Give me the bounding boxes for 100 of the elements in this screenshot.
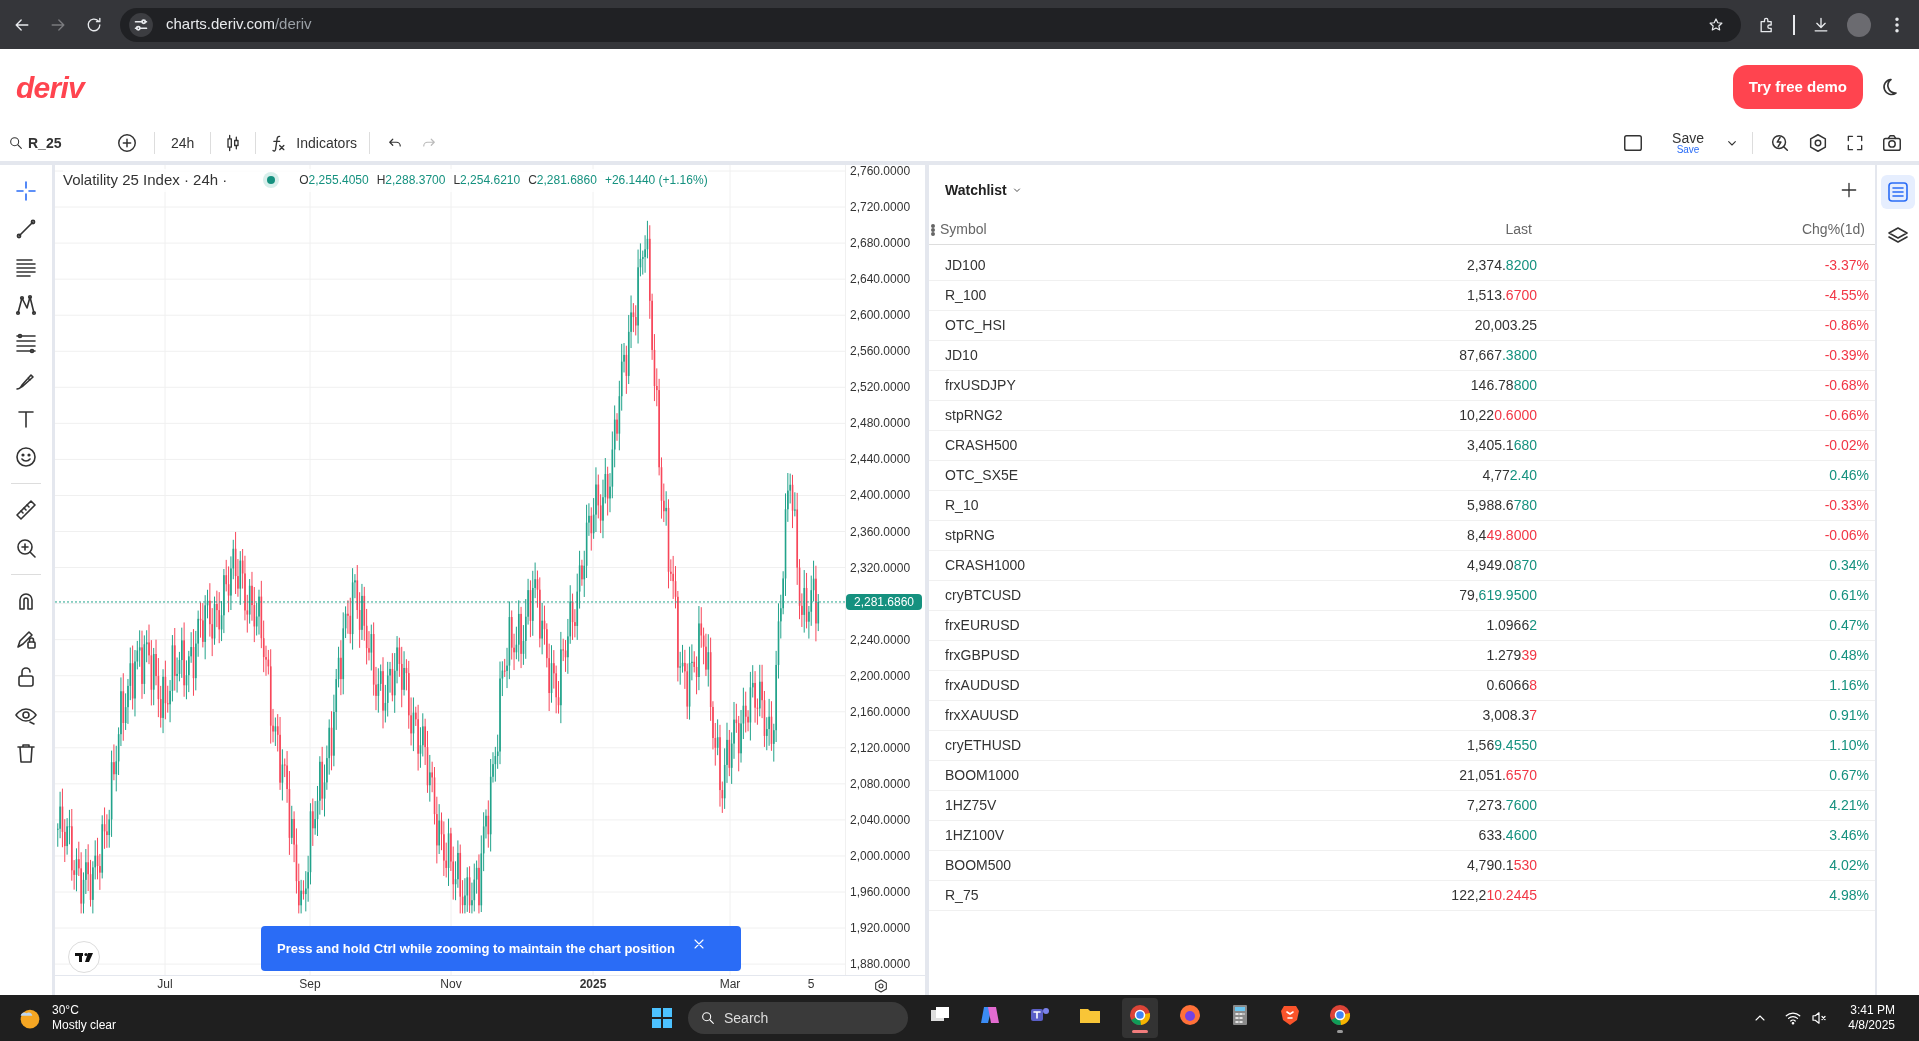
watchlist-row[interactable]: 1HZ100V 633.4600 3.46% bbox=[929, 821, 1875, 851]
symbol-cell-text: 1HZ100V bbox=[945, 826, 1006, 845]
toast-message: Press and hold Ctrl while zooming to maintain the chart position bbox=[277, 939, 675, 958]
change-cell-text: 4.98% bbox=[1828, 886, 1869, 905]
change-cell-text: -0.33% bbox=[1823, 496, 1869, 515]
add-circle-icon[interactable] bbox=[116, 132, 138, 154]
column-header[interactable]: Symbol bbox=[940, 219, 1340, 240]
watchlist-row[interactable]: cryETHUSD 1,569.4550 1.10% bbox=[929, 731, 1875, 761]
speaker-muted-icon[interactable] bbox=[1810, 1009, 1829, 1027]
column-header[interactable]: Last bbox=[1340, 219, 1532, 240]
drag-handle-icon[interactable] bbox=[931, 223, 935, 236]
taskbar-search-field[interactable]: Search bbox=[688, 1002, 908, 1034]
last-price-cell-text: 7,273.7600 bbox=[1465, 796, 1537, 815]
watchlist-row[interactable]: R_75 122,210.2445 4.98% bbox=[929, 881, 1875, 911]
layout-square-icon[interactable] bbox=[1622, 132, 1645, 154]
watchlist-row[interactable]: OTC_HSI 20,003.25 -0.86% bbox=[929, 311, 1875, 341]
settings-icon[interactable] bbox=[1807, 132, 1829, 154]
column-header[interactable]: Chg%(1d) bbox=[1532, 219, 1865, 240]
windows-start-icon[interactable] bbox=[650, 1006, 674, 1030]
change-cell-text: -0.06% bbox=[1823, 526, 1869, 545]
watchlist-row[interactable]: stpRNG2 10,220.6000 -0.66% bbox=[929, 401, 1875, 431]
ohlc-value: O2,255.4050 bbox=[299, 172, 369, 190]
watchlist-row[interactable]: 1HZ75V 7,273.7600 4.21% bbox=[929, 791, 1875, 821]
crosshair-icon[interactable] bbox=[14, 179, 38, 203]
watchlist-row[interactable]: frxEURUSD 1.09662 0.47% bbox=[929, 611, 1875, 641]
chrome-icon[interactable] bbox=[1128, 1003, 1152, 1027]
save-subtitle: Save bbox=[1676, 145, 1700, 155]
last-price-cell-text: 0.60668 bbox=[1485, 676, 1537, 695]
price-axis-label: 2,680.0000 bbox=[850, 237, 911, 250]
symbol-search-button[interactable]: R_25 bbox=[8, 132, 98, 154]
change-cell-text: 0.47% bbox=[1828, 616, 1869, 635]
price-change: +26.1440 (+1.16%) bbox=[604, 172, 708, 190]
ohlc-value: L2,254.6210 bbox=[453, 172, 521, 190]
watchlist-row[interactable]: frxAUDUSD 0.60668 1.16% bbox=[929, 671, 1875, 701]
last-price-cell-text: 146.78800 bbox=[1469, 376, 1537, 395]
trend-line-icon[interactable] bbox=[14, 217, 38, 241]
watchlist-row[interactable]: frxXAUUSD 3,008.37 0.91% bbox=[929, 701, 1875, 731]
change-cell-text: 4.21% bbox=[1828, 796, 1869, 815]
price-axis-label: 2,080.0000 bbox=[850, 777, 911, 790]
watchlist-row[interactable]: frxGBPUSD 1.27939 0.48% bbox=[929, 641, 1875, 671]
symbol-cell-text: BOOM1000 bbox=[945, 766, 1020, 785]
change-cell-text: 1.10% bbox=[1828, 736, 1869, 755]
save-button[interactable]: Save Save bbox=[1656, 131, 1720, 155]
change-cell-text: -0.02% bbox=[1823, 436, 1869, 455]
watchlist-row[interactable]: cryBTCUSD 79,619.9500 0.61% bbox=[929, 581, 1875, 611]
watchlist-row[interactable]: BOOM1000 21,051.6570 0.67% bbox=[929, 761, 1875, 791]
last-price-cell-text: 1.09662 bbox=[1485, 616, 1537, 635]
chrome-icon[interactable] bbox=[1328, 1003, 1352, 1027]
last-price-cell-text: 5,988.6780 bbox=[1465, 496, 1537, 515]
watchlist-row[interactable]: R_100 1,513.6700 -4.55% bbox=[929, 281, 1875, 311]
time-axis-label: Jul bbox=[157, 978, 173, 990]
watchlist-dropdown[interactable]: Watchlist bbox=[945, 179, 1023, 201]
watchlist-row[interactable]: JD100 2,374.8200 -3.37% bbox=[929, 251, 1875, 281]
watchlist-row[interactable]: stpRNG 8,449.8000 -0.06% bbox=[929, 521, 1875, 551]
pattern-icon[interactable] bbox=[14, 293, 38, 317]
zoom-in-icon[interactable] bbox=[14, 536, 38, 560]
last-price-cell-text: 87,667.3800 bbox=[1458, 346, 1537, 365]
firefox-icon[interactable] bbox=[1178, 1003, 1202, 1027]
last-price-cell-text: 3,405.1680 bbox=[1465, 436, 1537, 455]
time-axis-label: 5 bbox=[807, 978, 815, 990]
indicators-button[interactable]: Indicators bbox=[264, 132, 362, 154]
fullscreen-icon[interactable] bbox=[1845, 133, 1865, 153]
change-cell-text: 0.61% bbox=[1828, 586, 1869, 605]
watchlist-row[interactable]: R_10 5,988.6780 -0.33% bbox=[929, 491, 1875, 521]
price-axis-label: 1,960.0000 bbox=[850, 886, 911, 898]
watchlist-row[interactable]: OTC_SX5E 4,772.40 0.46% bbox=[929, 461, 1875, 491]
watchlist-row[interactable]: CRASH500 3,405.1680 -0.02% bbox=[929, 431, 1875, 461]
last-price-cell-text: 4,790.1530 bbox=[1465, 856, 1537, 875]
watchlist-row[interactable]: BOOM500 4,790.1530 4.02% bbox=[929, 851, 1875, 881]
watchlist-row[interactable]: CRASH1000 4,949.0870 0.34% bbox=[929, 551, 1875, 581]
watchlist-row[interactable]: frxUSDJPY 146.78800 -0.68% bbox=[929, 371, 1875, 401]
clock-time[interactable]: 3:41 PM bbox=[1850, 1003, 1895, 1018]
change-cell-text: 0.91% bbox=[1828, 706, 1869, 725]
symbol-cell-text: JD100 bbox=[945, 256, 987, 275]
clock-date[interactable]: 4/8/2025 bbox=[1848, 1018, 1895, 1033]
taskbar-app-button[interactable] bbox=[1122, 998, 1158, 1038]
price-axis-label: 2,600.0000 bbox=[850, 309, 911, 322]
trash-icon[interactable] bbox=[14, 741, 38, 765]
ruler-icon[interactable] bbox=[14, 498, 38, 522]
symbol-cell-text: BOOM500 bbox=[945, 856, 1013, 875]
change-cell-text: -4.55% bbox=[1823, 286, 1869, 305]
price-axis-label: 2,000.0000 bbox=[850, 849, 911, 862]
last-price-cell-text: 122,210.2445 bbox=[1450, 886, 1537, 905]
symbol-cell-text: 1HZ75V bbox=[945, 796, 998, 815]
last-price-cell-text: 10,220.6000 bbox=[1458, 406, 1537, 425]
symbol-cell-text: frxGBPUSD bbox=[945, 646, 1021, 665]
axis-settings-icon[interactable] bbox=[873, 978, 889, 994]
time-axis-label: Sep bbox=[299, 978, 321, 990]
smiley-icon[interactable] bbox=[14, 445, 38, 469]
symbol-cell-text: OTC_SX5E bbox=[945, 466, 1020, 485]
symbol-cell-text: frxAUDUSD bbox=[945, 676, 1021, 695]
watchlist-row[interactable]: JD10 87,667.3800 -0.39% bbox=[929, 341, 1875, 371]
change-cell-text: 0.46% bbox=[1828, 466, 1869, 485]
address-bar[interactable]: charts.deriv.com/deriv bbox=[120, 7, 1741, 42]
wifi-icon[interactable] bbox=[1784, 1009, 1803, 1027]
site-settings-icon[interactable] bbox=[128, 11, 154, 38]
weather-condition: Mostly clear bbox=[52, 1018, 116, 1033]
camera-icon[interactable] bbox=[1881, 132, 1903, 154]
add-icon[interactable] bbox=[1839, 180, 1859, 200]
interval-button[interactable]: 24h bbox=[163, 132, 203, 154]
